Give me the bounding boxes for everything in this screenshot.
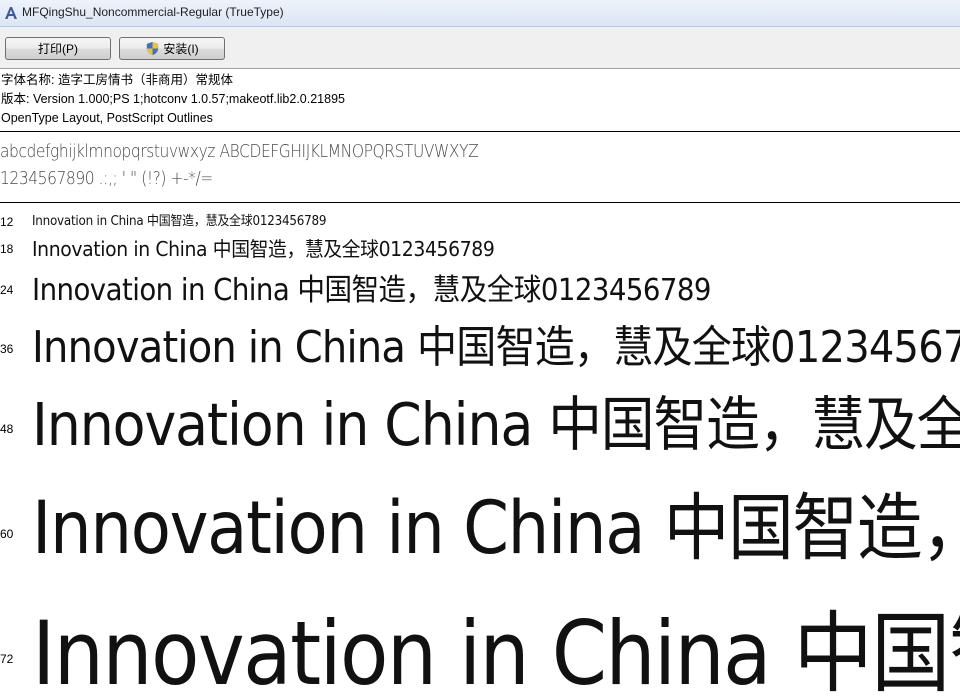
- print-button[interactable]: 打印(P): [5, 37, 111, 60]
- size-specimen: 12 Innovation in China 中国智造，慧及全球01234567…: [0, 205, 960, 700]
- charset-digits: 1234567890 .:,; ' " (!?) +-*/=: [0, 168, 213, 189]
- divider: [0, 202, 960, 203]
- shield-icon: [147, 41, 159, 56]
- sample-text: Innovation in China 中国智造，慧及全球0123456789: [32, 273, 711, 308]
- size-label: 60: [0, 527, 14, 541]
- sample-text: Innovation in China 中国智造，慧及全球0123456789: [32, 390, 960, 459]
- sample-text: Innovation in China 中国智造，慧及全球0123456789: [32, 214, 327, 229]
- charset-letters: abcdefghijklmnopqrstuvwxyz ABCDEFGHIJKLM…: [0, 141, 479, 162]
- size-label: 18: [0, 242, 14, 256]
- font-name: 字体名称: 造字工房情书（非商用）常规体: [1, 73, 233, 87]
- size-label: 36: [0, 342, 14, 356]
- size-label: 72: [0, 652, 14, 666]
- charset-preview: abcdefghijklmnopqrstuvwxyz ABCDEFGHIJKLM…: [0, 138, 960, 192]
- install-button[interactable]: 安装(I): [119, 37, 225, 60]
- title-bar: MFQingShu_Noncommercial-Regular (TrueTyp…: [0, 0, 960, 27]
- window-title: MFQingShu_Noncommercial-Regular (TrueTyp…: [22, 5, 284, 19]
- install-button-label: 安装(I): [163, 42, 199, 56]
- size-label: 12: [0, 215, 14, 229]
- size-label: 24: [0, 283, 14, 297]
- toolbar: 打印(P) 安装(I): [0, 27, 960, 69]
- size-label: 48: [0, 422, 14, 436]
- sample-text: Innovation in China 中国智造，慧及全球0123456789: [32, 486, 960, 571]
- font-info: 字体名称: 造字工房情书（非商用）常规体 版本: Version 1.000;P…: [0, 71, 960, 128]
- print-button-label: 打印(P): [38, 42, 78, 56]
- sample-text: Innovation in China 中国智造，慧及全球0123456789: [32, 602, 960, 700]
- sample-text: Innovation in China 中国智造，慧及全球0123456789: [32, 322, 960, 373]
- font-version: 版本: Version 1.000;PS 1;hotconv 1.0.57;ma…: [1, 92, 345, 106]
- sample-text: Innovation in China 中国智造，慧及全球0123456789: [32, 237, 495, 261]
- font-type: OpenType Layout, PostScript Outlines: [1, 111, 213, 125]
- divider: [0, 131, 960, 132]
- font-file-icon: [5, 7, 17, 19]
